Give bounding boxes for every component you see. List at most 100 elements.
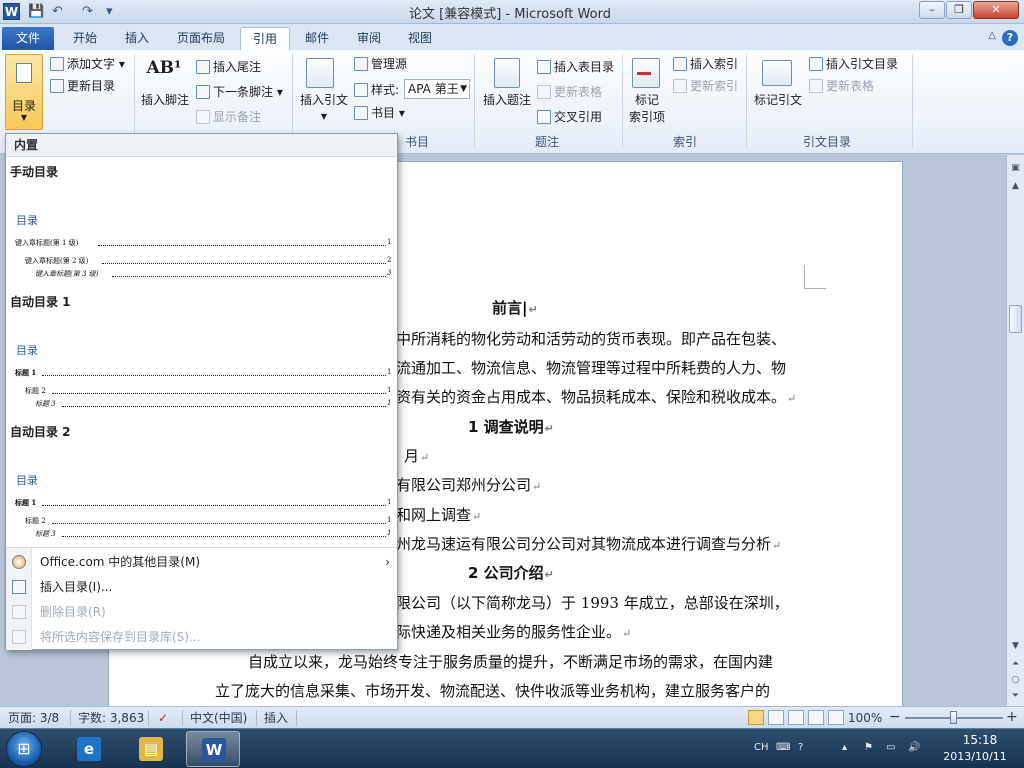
scroll-thumb[interactable]	[1009, 305, 1022, 333]
keyboard-icon[interactable]: ⌨	[776, 740, 790, 756]
volume-icon[interactable]: 🔊	[908, 740, 920, 756]
body-line[interactable]: 月↵	[404, 446, 429, 468]
manage-sources-button[interactable]: 管理源	[354, 56, 407, 72]
tab-mailings[interactable]: 邮件	[295, 27, 339, 50]
zoom-out-icon[interactable]: −	[889, 710, 901, 725]
body-line[interactable]: 立了庞大的信息采集、市场开发、物流配送、快件收派等业务机构，建立服务客户的	[215, 681, 770, 701]
internet-explorer-icon: e	[77, 737, 101, 761]
body-line[interactable]: 际快递及相关业务的服务性企业。↵	[396, 622, 631, 644]
add-text-button[interactable]: 添加文字 ▾	[50, 56, 125, 72]
body-line[interactable]: 资有关的资金占用成本、物品损耗成本、保险和税收成本。↵	[396, 387, 796, 409]
body-line[interactable]: 和网上调查↵	[396, 505, 481, 527]
body-line[interactable]: 流通加工、物流信息、物流管理等过程中所耗费的人力、物	[396, 358, 786, 378]
word-count[interactable]: 字数: 3,863	[78, 710, 144, 726]
ruler-toggle-icon[interactable]: ▣	[1009, 161, 1022, 175]
menu-item-remove-toc[interactable]: 删除目录(R)	[40, 603, 106, 621]
action-center-flag-icon[interactable]: ⚑	[864, 740, 873, 756]
minimize-ribbon-icon[interactable]: △	[988, 30, 996, 41]
insert-index-button[interactable]: 插入索引	[673, 56, 738, 72]
browse-object-icon[interactable]: ○	[1009, 673, 1022, 687]
insert-mode-indicator[interactable]: 插入	[264, 710, 288, 726]
mark-citation-button[interactable]: 标记引文	[750, 92, 806, 109]
network-icon[interactable]: ▭	[886, 740, 895, 756]
body-line[interactable]: 有限公司郑州分公司↵	[396, 475, 541, 497]
outline-view-icon[interactable]	[808, 710, 824, 725]
tab-home[interactable]: 开始	[62, 27, 108, 50]
ime-help-icon[interactable]: ?	[798, 740, 803, 756]
page-indicator[interactable]: 页面: 3/8	[8, 710, 59, 726]
bibliography-button[interactable]: 书目 ▾	[354, 105, 405, 121]
toc-gallery-auto-1[interactable]: 自动目录 1 目录 标题 1 1 标题 2 1 标题 3 1	[6, 288, 397, 418]
ime-indicator[interactable]: CH	[754, 740, 769, 756]
taskbar-app-ie[interactable]: e	[62, 731, 116, 767]
clock-time[interactable]: 15:18	[950, 733, 1010, 747]
clock-date[interactable]: 2013/10/11	[937, 750, 1013, 763]
toc-gallery-manual[interactable]: 手动目录 目录 键入章标题(第 1 级) 1 键入章标题(第 2 级) 2 键入…	[6, 158, 397, 288]
insert-table-of-authorities-button[interactable]: 插入引文目录	[809, 56, 898, 72]
body-line[interactable]: 州龙马速运有限公司分公司对其物流成本进行调查与分析↵	[396, 534, 781, 556]
preview-page-number: 2	[387, 256, 392, 264]
mark-entry-button[interactable]: 标记 索引项	[624, 92, 670, 126]
next-page-icon[interactable]: ⏷	[1009, 689, 1022, 703]
web-layout-view-icon[interactable]	[788, 710, 804, 725]
insert-table-of-figures-button[interactable]: 插入表目录	[537, 59, 614, 75]
show-notes-button[interactable]: 显示备注	[196, 109, 261, 125]
paragraph-mark: ↵	[622, 627, 632, 640]
word-logo-icon[interactable]: W	[3, 3, 20, 20]
status-divider	[148, 710, 149, 726]
tab-references[interactable]: 引用	[240, 27, 290, 50]
minimize-button[interactable]: –	[919, 1, 945, 19]
scroll-down-icon[interactable]: ▼	[1009, 639, 1022, 653]
toc-gallery-auto-2[interactable]: 自动目录 2 目录 标题 1 1 标题 2 1 标题 3 1	[6, 418, 397, 546]
customize-qat-icon[interactable]: ▾	[106, 3, 113, 21]
draft-view-icon[interactable]	[828, 710, 844, 725]
zoom-slider-thumb[interactable]	[950, 711, 957, 724]
citation-style-dropdown[interactable]: APA 第王 ▼	[404, 79, 470, 99]
heading-section-2[interactable]: 2 公司介绍↵	[468, 563, 554, 585]
full-screen-reading-view-icon[interactable]	[768, 710, 784, 725]
previous-page-icon[interactable]: ⏶	[1009, 657, 1022, 671]
update-authorities-table-button[interactable]: 更新表格	[809, 78, 874, 94]
taskbar-app-explorer[interactable]: ▤	[124, 731, 178, 767]
restore-button[interactable]: ❐	[946, 1, 972, 19]
menu-item-insert-toc[interactable]: 插入目录(I)...	[40, 578, 112, 596]
show-hidden-icons-icon[interactable]: ▴	[842, 740, 847, 756]
tab-page-layout[interactable]: 页面布局	[168, 27, 234, 50]
body-line[interactable]: 自成立以来，龙马始终专注于服务质量的提升，不断满足市场的需求，在国内建	[248, 652, 773, 672]
taskbar-app-word[interactable]: W	[186, 731, 240, 767]
insert-footnote-button[interactable]: 插入脚注	[138, 92, 192, 109]
tab-review[interactable]: 审阅	[347, 27, 391, 50]
start-button[interactable]: ⊞	[6, 731, 42, 767]
zoom-level[interactable]: 100%	[848, 710, 882, 726]
heading-section-1[interactable]: 1 调查说明↵	[468, 417, 554, 439]
cross-reference-button[interactable]: 交叉引用	[537, 109, 602, 125]
toc-button[interactable]: 目录 ▼	[5, 54, 43, 130]
menu-item-office-com[interactable]: Office.com 中的其他目录(M) ›	[40, 553, 390, 571]
next-footnote-button[interactable]: 下一条脚注 ▾	[196, 84, 283, 100]
insert-citation-button[interactable]: 插入引文	[296, 92, 352, 109]
insert-endnote-button[interactable]: 插入尾注	[196, 59, 261, 75]
body-line[interactable]: 中所消耗的物化劳动和活劳动的货币表现。即产品在包装、	[396, 329, 786, 349]
close-button[interactable]: ✕	[973, 1, 1019, 19]
update-index-button[interactable]: 更新索引	[673, 78, 738, 94]
zoom-in-icon[interactable]: +	[1006, 710, 1018, 725]
undo-icon[interactable]: ↶	[52, 3, 63, 21]
menu-item-save-to-gallery[interactable]: 将所选内容保存到目录库(S)...	[40, 628, 200, 646]
vertical-scrollbar[interactable]: ▣ ▲ ▼ ⏶ ○ ⏷	[1006, 155, 1024, 706]
update-table-button[interactable]: 更新表格	[537, 84, 602, 100]
tab-insert[interactable]: 插入	[114, 27, 160, 50]
scroll-up-icon[interactable]: ▲	[1009, 179, 1022, 193]
tab-view[interactable]: 视图	[398, 27, 442, 50]
print-layout-view-icon[interactable]	[748, 710, 764, 725]
tab-file[interactable]: 文件	[2, 27, 54, 50]
body-line[interactable]: 限公司（以下简称龙马）于 1993 年成立，总部设在深圳，	[396, 593, 789, 613]
heading-preface[interactable]: 前言|↵	[492, 298, 538, 320]
update-toc-button[interactable]: 更新目录	[50, 78, 115, 94]
insert-caption-button[interactable]: 插入题注	[478, 92, 536, 109]
language-indicator[interactable]: 中文(中国)	[190, 710, 247, 726]
proofing-icon[interactable]: ✓	[158, 710, 168, 726]
redo-icon[interactable]: ↷	[82, 3, 93, 21]
help-icon[interactable]: ?	[1002, 30, 1018, 46]
save-icon[interactable]: 💾	[28, 3, 44, 21]
preview-page-number: 1	[387, 399, 392, 407]
